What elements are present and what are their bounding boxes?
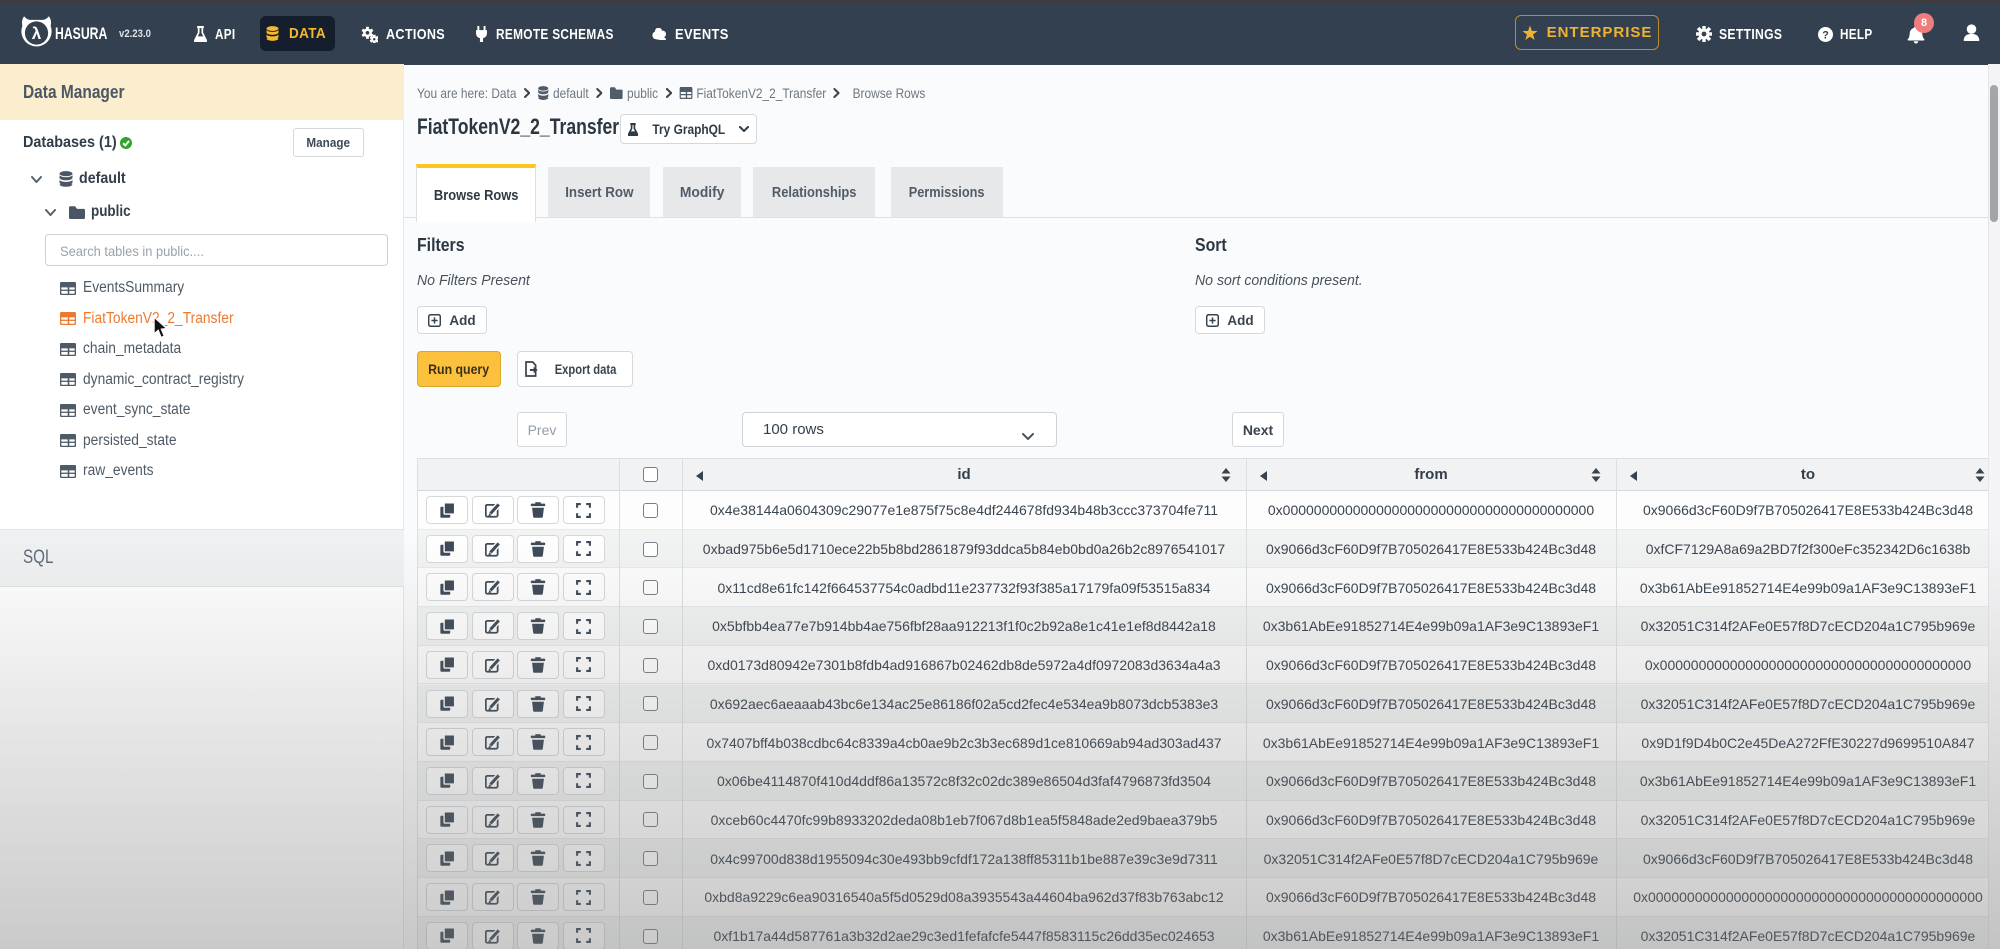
svg-text:λ: λ — [32, 24, 42, 43]
svg-text:?: ? — [1822, 29, 1829, 41]
